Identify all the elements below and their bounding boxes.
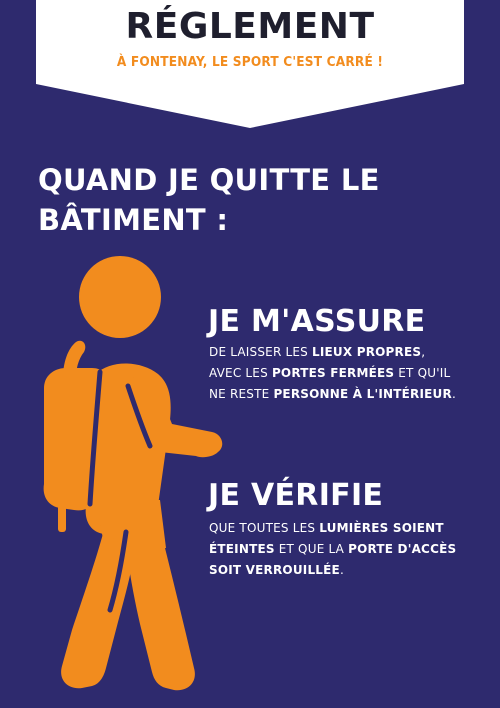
assure-title: JE M'ASSURE	[208, 304, 426, 339]
verifie-line-1: que toutes les lumières soient	[209, 518, 494, 539]
verifie-l2-b: et que la	[274, 542, 349, 556]
assure-l2-c: et qu'il	[394, 366, 451, 380]
assure-l1-b: lieux propres	[312, 345, 422, 359]
assure-l1-c: ,	[421, 345, 426, 359]
assure-l2-b: portes fermées	[271, 366, 395, 380]
verifie-l2-a: éteintes	[209, 542, 275, 556]
verifie-l3-b: .	[339, 563, 344, 577]
assure-line-3: ne reste personne à l'intérieur.	[209, 384, 494, 405]
verifie-l3-a: soit verrouillée	[209, 563, 340, 577]
assure-line-2: avec les portes fermées et qu'il	[209, 363, 494, 384]
verifie-line-2: éteintes et que la porte d'accès	[209, 539, 494, 560]
assure-l2-a: avec les	[209, 366, 272, 380]
assure-l1-a: de laisser les	[209, 345, 313, 359]
verifie-line-3: soit verrouillée.	[209, 560, 494, 581]
verifie-text: que toutes les lumières soient éteintes …	[209, 518, 494, 581]
assure-line-1: de laisser les lieux propres,	[209, 342, 494, 363]
verifie-l1-a: que toutes les	[209, 521, 320, 535]
verifie-title: JE VÉRIFIE	[208, 478, 384, 513]
assure-l3-c: .	[451, 387, 456, 401]
assure-l3-b: personne à l'intérieur	[273, 387, 452, 401]
verifie-l1-b: lumières soient	[319, 521, 444, 535]
verifie-l2-c: porte d'accès	[348, 542, 457, 556]
assure-text: de laisser les lieux propres, avec les p…	[209, 342, 494, 405]
assure-l3-a: ne reste	[209, 387, 274, 401]
